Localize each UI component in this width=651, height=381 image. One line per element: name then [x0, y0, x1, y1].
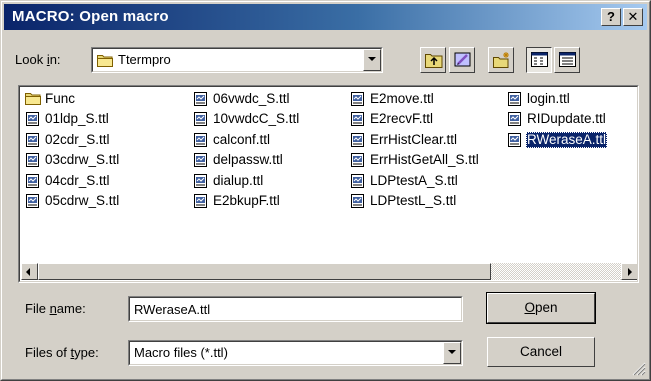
macro-file-icon	[350, 152, 366, 168]
title-bar[interactable]: MACRO: Open macro ? ✕	[4, 4, 647, 30]
macro-file-icon	[193, 173, 209, 189]
scroll-thumb[interactable]	[38, 263, 491, 280]
up-one-level-button[interactable]	[420, 47, 446, 73]
macro-file-icon	[193, 91, 209, 107]
desktop-button[interactable]	[449, 47, 475, 73]
file-item-label: E2bkupF.ttl	[213, 193, 280, 208]
file-item-label: 03cdrw_S.ttl	[45, 152, 120, 167]
resize-grip-icon[interactable]	[632, 362, 646, 376]
macro-file-icon	[25, 193, 41, 209]
file-item-label: LDPtestL_S.ttl	[370, 193, 457, 208]
file-name-input[interactable]: RWeraseA.ttl	[128, 296, 463, 322]
macro-file-icon	[507, 111, 523, 127]
file-type-label: Files of type:	[25, 345, 99, 360]
macro-file-icon	[350, 193, 366, 209]
file-item-label: ErrHistClear.ttl	[370, 132, 458, 147]
macro-file-icon	[350, 111, 366, 127]
list-view-button[interactable]	[526, 47, 552, 73]
macro-file-icon	[25, 132, 41, 148]
look-in-value: Ttermpro	[118, 52, 171, 67]
macro-file-icon	[193, 132, 209, 148]
open-button[interactable]: Open	[486, 292, 596, 324]
new-folder-button[interactable]	[488, 47, 514, 73]
file-item-label: 10vwdcC_S.ttl	[213, 111, 300, 126]
look-in-combo[interactable]: Ttermpro	[91, 47, 383, 73]
open-macro-dialog: MACRO: Open macro ? ✕ Look in: Ttermpro	[0, 0, 651, 381]
macro-file-icon	[507, 132, 523, 148]
file-item-label: delpassw.ttl	[213, 152, 283, 167]
macro-file-icon	[350, 91, 366, 107]
file-type-dropdown-button[interactable]	[443, 342, 461, 364]
file-list-view[interactable]: Func 01ldp_S.ttl 02cdr_S.ttl 03cdrw_S.ttl 04…	[19, 86, 638, 282]
desktop-icon	[454, 52, 471, 67]
file-item-label: 04cdr_S.ttl	[45, 173, 110, 188]
file-item-label: calconf.ttl	[213, 132, 271, 147]
list-view-icon	[531, 52, 548, 67]
details-view-icon	[559, 52, 576, 67]
file-item-label: 01ldp_S.ttl	[45, 111, 109, 126]
macro-file-icon	[193, 152, 209, 168]
file-list[interactable]: Func 01ldp_S.ttl 02cdr_S.ttl 03cdrw_S.ttl 04…	[18, 85, 639, 283]
macro-file-icon	[25, 111, 41, 127]
folder-icon	[25, 91, 41, 107]
file-item-label: dialup.ttl	[213, 173, 264, 188]
file-item-label: Func	[45, 91, 76, 106]
window-title: MACRO: Open macro	[12, 8, 169, 25]
help-button[interactable]: ?	[601, 8, 621, 26]
file-item-label: E2recvF.ttl	[370, 111, 434, 126]
macro-file-icon	[350, 132, 366, 148]
macro-file-icon	[25, 173, 41, 189]
file-item-label: E2move.ttl	[370, 91, 434, 106]
file-item-label: login.ttl	[527, 91, 570, 106]
macro-file-icon	[193, 193, 209, 209]
horizontal-scrollbar[interactable]	[21, 263, 637, 280]
macro-file-icon	[507, 91, 523, 107]
file-item-label: 05cdrw_S.ttl	[45, 193, 120, 208]
folder-up-icon	[425, 54, 443, 68]
scroll-left-button[interactable]	[21, 263, 38, 280]
file-item-label: 02cdr_S.ttl	[45, 132, 110, 147]
macro-file-icon	[193, 111, 209, 127]
file-type-select[interactable]: Macro files (*.ttl)	[128, 340, 463, 366]
file-item-label: 06vwdc_S.ttl	[213, 91, 290, 106]
file-item-label: RWeraseA.ttl	[526, 132, 608, 148]
details-view-button[interactable]	[554, 47, 580, 73]
file-name-value[interactable]: RWeraseA.ttl	[129, 297, 462, 321]
look-in-dropdown-button[interactable]	[363, 49, 381, 71]
folder-icon	[97, 53, 114, 70]
macro-file-icon	[350, 173, 366, 189]
file-item-label: ErrHistGetAll_S.ttl	[370, 152, 479, 167]
cancel-button[interactable]: Cancel	[487, 337, 595, 367]
macro-file-icon	[25, 152, 41, 168]
scroll-right-button[interactable]	[621, 263, 637, 280]
file-item-label: LDPtestA_S.ttl	[370, 173, 458, 188]
file-name-label: File name:	[25, 301, 86, 316]
new-folder-icon	[493, 52, 509, 68]
look-in-label: Look in:	[15, 52, 61, 67]
file-item-label: RIDupdate.ttl	[527, 111, 606, 126]
close-button[interactable]: ✕	[623, 8, 643, 26]
file-type-value: Macro files (*.ttl)	[134, 345, 228, 360]
